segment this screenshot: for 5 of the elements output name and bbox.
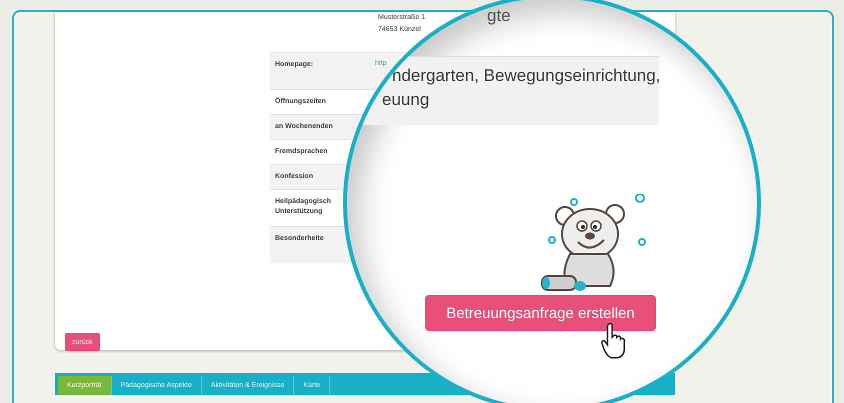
pointer-hand-icon bbox=[600, 322, 628, 360]
care-request-button[interactable]: Betreuungsanfrage erstellen bbox=[425, 295, 656, 331]
magnified-text: euung bbox=[382, 90, 430, 110]
magnified-text: ndergarten, Bewegungseinrichtung, bbox=[392, 66, 660, 86]
heading-fragment: gte bbox=[487, 6, 511, 26]
